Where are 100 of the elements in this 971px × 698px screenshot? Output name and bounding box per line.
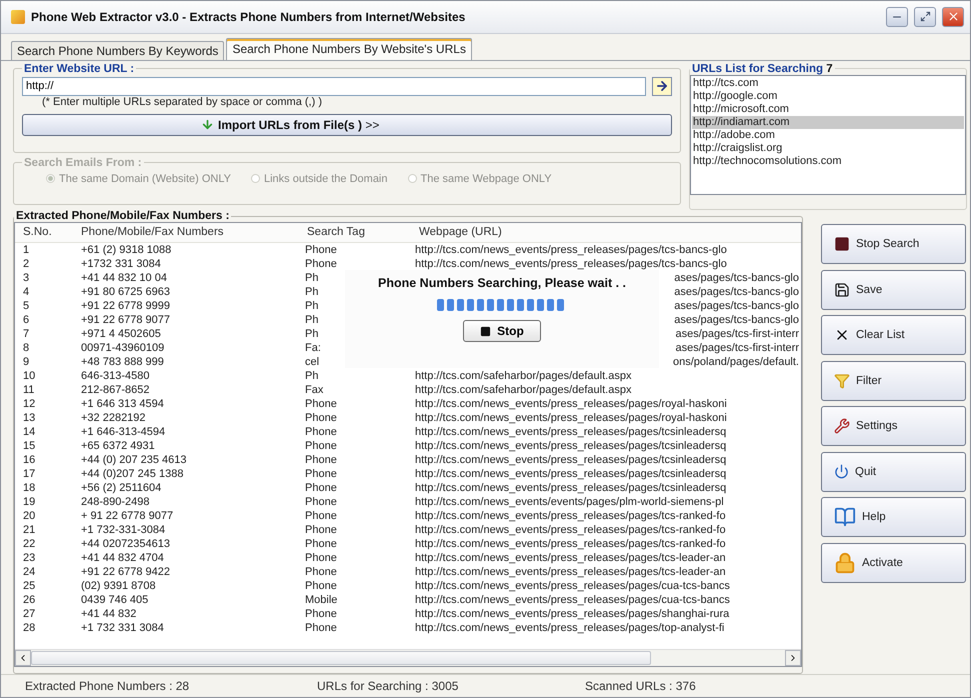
table-cell: 11 [23,384,34,396]
table-cell: 18 [23,482,36,494]
action-button[interactable]: Quit [821,452,966,492]
table-cell: +44 02072354613 [81,538,170,550]
action-button[interactable]: Stop Search [821,224,966,264]
table-cell: +91 22 6778 9077 [81,314,170,326]
url-list-item[interactable]: http://technocomsolutions.com [692,154,964,168]
import-button[interactable]: Import URLs from File(s ) >> [22,114,672,136]
table-cell: +1732 331 3084 [81,258,161,270]
table-cell: +32 2282192 [81,412,146,424]
status-text: URLs for Searching : 3005 [317,679,460,694]
table-cell: 13 [23,412,36,424]
stop-button[interactable]: Stop [463,320,541,342]
horizontal-scrollbar[interactable] [15,649,801,666]
table-cell: Phone [305,538,337,550]
url-list-item[interactable]: http://microsoft.com [692,102,964,116]
action-button[interactable]: Clear List [821,315,966,356]
status-text: Extracted Phone Numbers : 28 [25,679,190,694]
table-cell: 3 [23,272,30,284]
action-button[interactable]: Save [821,270,966,310]
action-button[interactable]: Help [821,497,966,538]
action-button[interactable]: Filter [821,360,966,401]
table-cell: Phone [305,552,337,564]
scroll-left-button[interactable] [15,650,31,666]
table-cell: + 91 22 6778 9077 [81,510,174,522]
table-cell: http://tcs.com/news_events/press_releases/pages/cua-tcs-bancs [415,580,730,592]
close-button[interactable] [942,6,964,27]
table-cell: 0439 746 405 [81,594,148,606]
group-legend: Extracted Phone/Mobile/Fax Numbers : [14,210,232,222]
url-input[interactable]: http:// [22,76,646,96]
url-list-item[interactable]: http://craigslist.org [692,142,964,155]
table-cell: Phone [305,244,337,256]
table-cell: http://tcs.com/safeharbor/pages/default.aspx [415,384,632,396]
table-cell: 5 [23,300,30,312]
table-cell: http://tcs.com/news_events/press_releases/pages/tcs-ranked-fo [415,538,726,550]
column-header[interactable]: Phone/Mobile/Fax Numbers [75,223,301,244]
table-cell: Mobile [305,594,338,606]
table-cell: 9 [23,356,30,368]
window-title: Phone Web Extractor v3.0 - Extracts Phone Numbers from Internet/Websites [31,10,466,24]
group-legend: Enter Website URL : [22,62,136,75]
table-cell: ons/poland/pages/default. [673,356,799,368]
column-header[interactable]: Search Tag [301,223,411,244]
stop-icon [480,326,492,337]
scrollbar-thumb[interactable] [31,651,651,666]
scroll-right-button[interactable] [785,650,801,666]
table-cell: +1 732 331 3084 [81,622,164,634]
table-cell: 20 [23,510,36,522]
url-list-item[interactable]: http://adobe.com [692,128,964,142]
column-header[interactable]: Webpage (URL) [411,223,801,244]
table-cell: ases/pages/tcs-bancs-glo [674,272,799,284]
table-cell: +44 (0)207 245 1388 [81,468,184,480]
power-icon [834,464,849,480]
table-cell: Ph [305,328,318,340]
wrench-icon [834,418,850,434]
table-cell: Fa: [305,342,321,354]
table-cell: Phone [305,412,337,424]
table-cell: +41 44 832 [81,608,136,620]
table-cell: ases/pages/tcs-bancs-glo [674,300,799,312]
url-list-item[interactable]: http://indiamart.com [692,116,964,129]
progress-message: Phone Numbers Searching, Please wait . . [378,276,626,290]
table-cell: ases/pages/tcs-first-interr [676,342,799,354]
table-cell: 212-867-8652 [81,384,150,396]
urls-list[interactable]: http://tcs.com http://google.com http://microsoft.com http://indiamart.com http://adobe.com http://craigslist.org http://technocomsolutions.com [690,74,966,195]
table-cell: Ph [305,272,318,284]
hint-text: (* Enter multiple URLs separated by space or comma (,) ) [41,96,322,108]
table-cell: (02) 9391 8708 [81,580,156,592]
column-header[interactable]: S.No. [15,223,75,244]
table-cell: 12 [23,398,36,410]
table-cell: +41 44 832 4704 [81,552,164,564]
table-cell: ases/pages/tcs-bancs-glo [674,286,799,298]
table-cell: 00971-43960109 [81,342,164,354]
table-cell: http://tcs.com/news_events/press_releases/pages/tcsinleadersq [415,468,726,480]
table-cell: Phone [305,524,337,536]
action-button[interactable]: Settings [821,406,966,446]
table-cell: 16 [23,454,36,466]
table-cell: +1 732-331-3084 [81,524,166,536]
table-cell: http://tcs.com/news_events/press_releases/pages/tcs-ranked-fo [415,510,726,522]
minimize-button[interactable] [886,6,908,27]
table-cell: http://tcs.com/news_events/press_releases/pages/tcs-leader-an [415,552,726,564]
table-cell: Phone [305,566,337,578]
table-cell: Ph [305,370,318,382]
table-cell: Ph [305,300,318,312]
table-cell: http://tcs.com/news_events/press_releases/pages/tcsinleadersq [415,482,726,494]
table-cell: http://tcs.com/news_events/press_releases/pages/royal-haskoni [415,398,727,410]
status-text: Scanned URLs : 376 [585,679,697,694]
table-cell: 2 [23,258,30,270]
table-cell: +44 (0) 207 235 4613 [81,454,187,466]
action-button[interactable]: Activate [821,542,966,583]
table-cell: Phone [305,426,337,438]
url-list-item[interactable]: http://tcs.com [692,76,964,90]
table-cell: +1 646-313-4594 [81,426,166,438]
add-url-button[interactable] [652,76,672,96]
maximize-button[interactable] [914,6,936,27]
table-cell: 23 [23,552,36,564]
table-cell: Fax [305,384,324,396]
url-list-item[interactable]: http://google.com [692,90,964,103]
table-cell: +91 80 6725 6963 [81,286,170,298]
tab[interactable]: Search Phone Numbers By Website's URLs [226,38,472,60]
tab[interactable]: Search Phone Numbers By Keywords [11,40,224,60]
funnel-icon [834,372,850,389]
